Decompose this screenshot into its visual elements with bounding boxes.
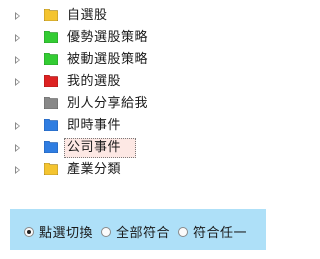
radio-click-toggle[interactable]: 點選切換	[24, 222, 93, 241]
tree-item-shared-with-me[interactable]: 別人分享給我	[0, 94, 276, 114]
tree-item-passive-strategy[interactable]: 被動選股策略	[0, 50, 276, 70]
folder-icon	[44, 119, 58, 131]
expand-arrow-icon[interactable]	[15, 34, 20, 42]
radio-circle[interactable]	[101, 226, 112, 237]
folder-icon	[44, 9, 58, 21]
radio-circle[interactable]	[24, 226, 34, 237]
folder-icon	[44, 31, 58, 43]
expand-arrow-icon[interactable]	[15, 166, 20, 174]
radio-label: 符合任一	[193, 226, 248, 241]
tree-item-label: 被動選股策略	[67, 52, 149, 67]
folder-icon	[44, 53, 58, 65]
folder-icon	[44, 97, 58, 109]
match-mode-radio-group: 點選切換 全部符合 符合任一	[24, 222, 255, 241]
tree-item-advantage-strategy[interactable]: 優勢選股策略	[0, 28, 276, 48]
expand-arrow-icon[interactable]	[15, 12, 20, 20]
tree-item-label: 別人分享給我	[67, 96, 149, 111]
expand-arrow-icon[interactable]	[15, 56, 20, 64]
tree-item-realtime-events[interactable]: 即時事件	[0, 116, 276, 136]
tree-item-label: 我的選股	[67, 74, 122, 89]
radio-label: 全部符合	[116, 226, 171, 241]
tree-item-company-events[interactable]: 公司事件	[0, 138, 276, 158]
folder-icon	[44, 141, 58, 153]
radio-label: 點選切換	[39, 226, 94, 241]
folder-icon	[44, 163, 58, 175]
tree-item-label: 產業分類	[67, 162, 122, 177]
tree-item-label: 自選股	[67, 8, 108, 23]
expand-arrow-icon[interactable]	[15, 78, 20, 86]
expand-arrow-icon[interactable]	[15, 122, 20, 130]
radio-circle[interactable]	[178, 226, 189, 237]
radio-match-all[interactable]: 全部符合	[101, 222, 170, 241]
tree-item-watchlist[interactable]: 自選股	[0, 6, 276, 26]
tree-item-my-picks[interactable]: 我的選股	[0, 72, 276, 92]
tree-item-industry-category[interactable]: 產業分類	[0, 160, 276, 180]
expand-arrow-icon[interactable]	[15, 144, 20, 152]
folder-icon	[44, 75, 58, 87]
tree-item-label-selected: 公司事件	[64, 138, 137, 158]
tree-item-label: 優勢選股策略	[67, 30, 149, 45]
radio-match-any[interactable]: 符合任一	[178, 222, 247, 241]
tree-item-label: 即時事件	[67, 118, 122, 133]
match-mode-panel: 點選切換 全部符合 符合任一	[10, 209, 266, 250]
